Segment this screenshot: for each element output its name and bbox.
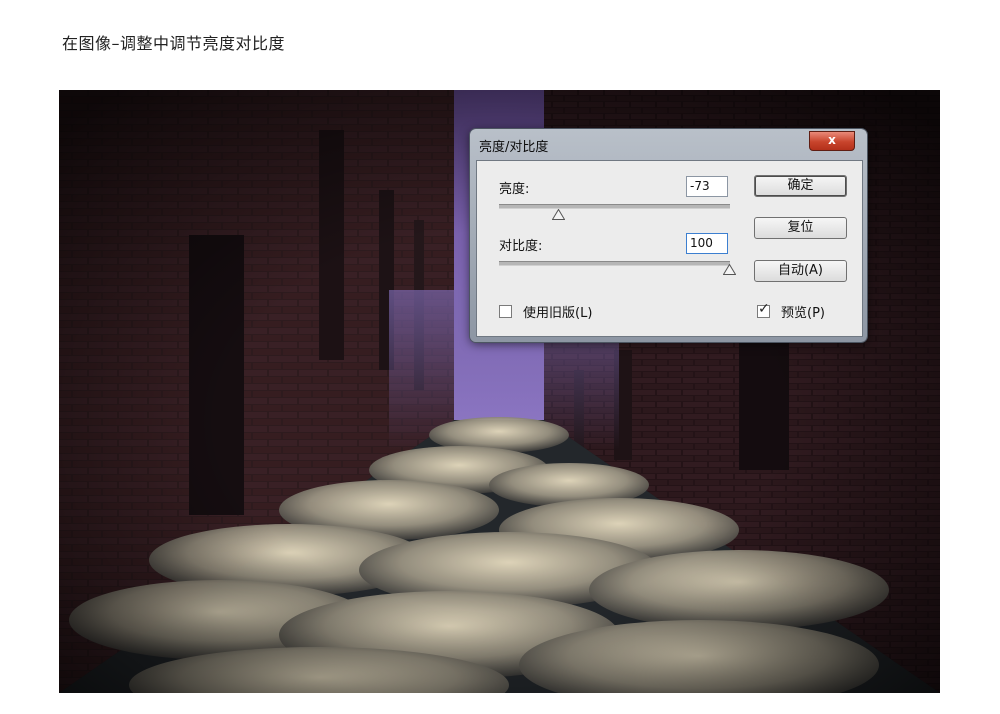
dialog-body: 亮度: -73 对比度: 100 使用旧版(L) ✓ 预览(P) 确定 复位 自… [476,160,863,337]
brightness-contrast-dialog: 亮度/对比度 x 亮度: -73 对比度: 100 使用旧版(L) ✓ 预览(P… [470,129,867,342]
dialog-title: 亮度/对比度 [479,140,549,155]
auto-button[interactable]: 自动(A) [754,260,847,282]
contrast-label: 对比度: [499,239,543,254]
contrast-slider[interactable] [499,261,730,266]
legacy-checkbox[interactable] [499,305,512,318]
brightness-input[interactable]: -73 [686,176,728,197]
preview-label[interactable]: 预览(P) [781,302,825,321]
close-icon: x [828,133,836,147]
legacy-label[interactable]: 使用旧版(L) [523,302,592,321]
contrast-input[interactable]: 100 [686,233,728,254]
close-button[interactable]: x [809,131,855,151]
checkmark-icon: ✓ [758,301,770,317]
page-caption: 在图像–调整中调节亮度对比度 [62,34,286,53]
brightness-label: 亮度: [499,182,530,197]
brightness-slider[interactable] [499,204,730,209]
preview-checkbox[interactable]: ✓ [757,301,770,318]
contrast-slider-thumb-icon[interactable] [723,264,736,275]
ok-button[interactable]: 确定 [754,175,847,197]
brightness-slider-thumb-icon[interactable] [552,209,565,220]
reset-button[interactable]: 复位 [754,217,847,239]
dialog-titlebar[interactable]: 亮度/对比度 x [470,129,867,159]
